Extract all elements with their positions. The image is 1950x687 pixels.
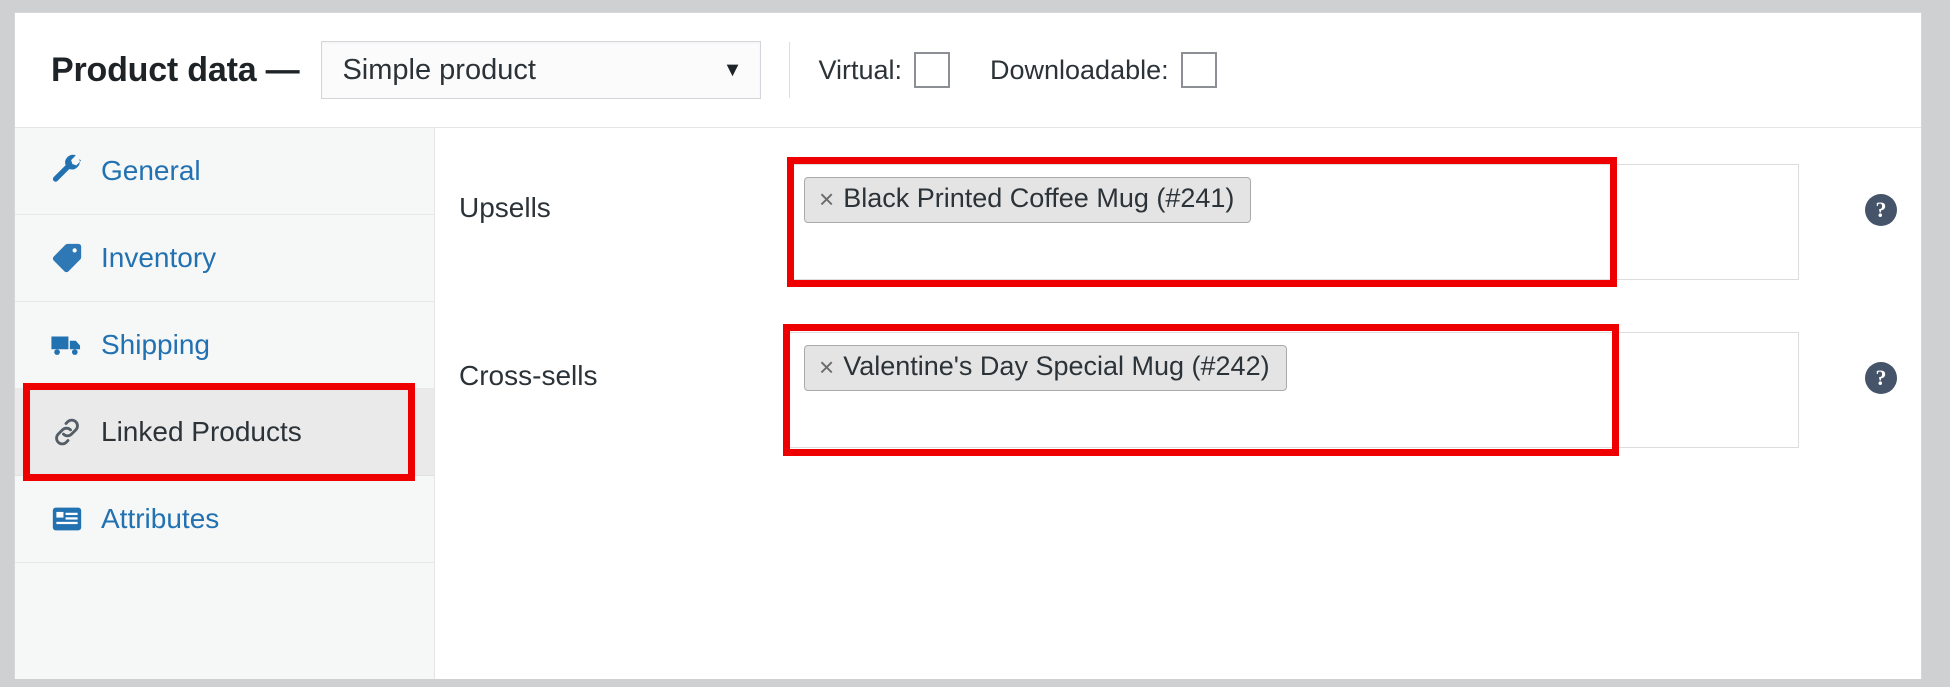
product-data-tabs: General Inventory Shipping Linked Produc… <box>15 128 435 686</box>
cross-sells-row: Cross-sells × Valentine's Day Special Mu… <box>435 324 1921 456</box>
truck-icon <box>49 327 85 363</box>
upsells-input[interactable]: × Black Printed Coffee Mug (#241) <box>789 164 1799 280</box>
tag-icon <box>49 240 85 276</box>
upsells-help-icon[interactable]: ? <box>1865 194 1897 226</box>
sidebar-item-label: Linked Products <box>101 416 302 447</box>
chevron-down-icon: ▼ <box>722 59 743 81</box>
cross-sells-label: Cross-sells <box>459 360 598 391</box>
page-bottom-edge <box>0 679 1950 687</box>
sidebar-item-label: Inventory <box>101 242 217 273</box>
virtual-checkbox-group: Virtual: <box>818 52 950 88</box>
remove-token-icon[interactable]: × <box>819 354 834 380</box>
cross-sells-help-icon[interactable]: ? <box>1865 362 1897 394</box>
upsells-row: Upsells × Black Printed Coffee Mug (#241… <box>435 157 1921 287</box>
downloadable-label: Downloadable: <box>990 54 1169 85</box>
upsells-token[interactable]: × Black Printed Coffee Mug (#241) <box>804 177 1252 223</box>
product-type-selected-value: Simple product <box>342 53 536 86</box>
header-divider <box>789 42 791 98</box>
token-label: Black Printed Coffee Mug (#241) <box>843 183 1235 213</box>
sidebar-item-label: Shipping <box>101 329 210 360</box>
remove-token-icon[interactable]: × <box>819 186 834 212</box>
token-label: Valentine's Day Special Mug (#242) <box>843 351 1270 381</box>
sidebar-item-attributes[interactable]: Attributes <box>15 476 434 563</box>
sidebar-item-inventory[interactable]: Inventory <box>15 215 434 302</box>
page-title: Product data — <box>51 50 300 89</box>
screenshot-root: Product data — Simple product ▼ Virtual:… <box>0 0 1950 687</box>
product-type-select[interactable]: Simple product ▼ <box>321 41 762 99</box>
list-icon <box>49 501 85 537</box>
link-icon <box>49 414 85 450</box>
downloadable-checkbox-group: Downloadable: <box>990 52 1217 88</box>
sidebar-item-shipping[interactable]: Shipping <box>15 302 434 389</box>
cross-sells-token[interactable]: × Valentine's Day Special Mug (#242) <box>804 345 1287 391</box>
product-data-body: General Inventory Shipping Linked Produc… <box>15 128 1921 686</box>
sidebar-item-linked-products[interactable]: Linked Products <box>15 389 434 476</box>
linked-products-fields: Upsells × Black Printed Coffee Mug (#241… <box>435 128 1921 686</box>
product-data-header: Product data — Simple product ▼ Virtual:… <box>15 13 1921 128</box>
sidebar-item-label: General <box>101 155 201 186</box>
sidebar-item-label: Attributes <box>101 503 220 534</box>
wrench-icon <box>49 153 85 189</box>
sidebar-item-general[interactable]: General <box>15 128 434 215</box>
upsells-label: Upsells <box>459 192 551 223</box>
cross-sells-input[interactable]: × Valentine's Day Special Mug (#242) <box>789 332 1799 448</box>
downloadable-checkbox[interactable] <box>1180 52 1217 88</box>
virtual-checkbox[interactable] <box>914 52 950 88</box>
virtual-label: Virtual: <box>818 54 902 85</box>
product-data-panel: Product data — Simple product ▼ Virtual:… <box>14 12 1922 687</box>
